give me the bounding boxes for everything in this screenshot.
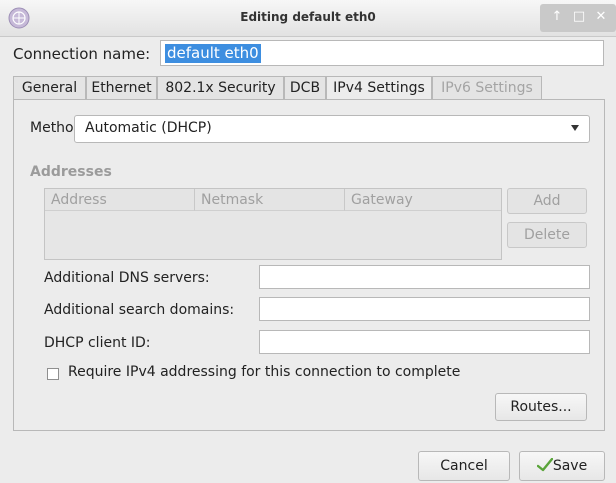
cancel-button[interactable]: Cancel	[418, 451, 510, 481]
close-icon[interactable]: ✕	[592, 8, 610, 26]
keep-above-icon[interactable]: ↑	[548, 8, 566, 26]
column-header-gateway[interactable]: Gateway	[345, 189, 501, 211]
maximize-icon[interactable]: □	[570, 8, 588, 26]
window-controls: ↑ □ ✕	[540, 4, 616, 32]
delete-button[interactable]: Delete	[507, 222, 587, 248]
addresses-heading: Addresses	[30, 164, 112, 180]
search-domains-input[interactable]	[259, 297, 590, 321]
tab-802-1x-security[interactable]: 802.1x Security	[157, 76, 284, 100]
method-dropdown[interactable]: Automatic (DHCP)	[74, 115, 590, 143]
require-ipv4-checkbox[interactable]	[47, 368, 59, 380]
connection-name-value: default eth0	[165, 44, 261, 63]
tab-general[interactable]: General	[13, 76, 86, 100]
dhcp-client-id-label: DHCP client ID:	[44, 335, 151, 351]
dhcp-client-id-input[interactable]	[259, 330, 590, 354]
require-ipv4-label[interactable]: Require IPv4 addressing for this connect…	[68, 364, 460, 380]
tab-ipv6-settings[interactable]: IPv6 Settings	[432, 76, 542, 100]
save-label: Save	[552, 458, 588, 474]
window-title: Editing default eth0	[240, 10, 376, 24]
title-bar: Editing default eth0 ↑ □ ✕	[0, 0, 616, 37]
connection-name-label: Connection name:	[13, 45, 151, 63]
method-value: Automatic (DHCP)	[85, 120, 212, 136]
dns-servers-input[interactable]	[259, 265, 590, 289]
tab-dcb[interactable]: DCB	[284, 76, 326, 100]
checkmark-icon	[536, 457, 554, 472]
column-header-address[interactable]: Address	[45, 189, 195, 211]
routes-button[interactable]: Routes...	[495, 393, 587, 421]
tab-ethernet[interactable]: Ethernet	[86, 76, 157, 100]
ipv4-settings-panel: Method: Automatic (DHCP) Addresses Addre…	[13, 99, 605, 431]
connection-name-input[interactable]: default eth0	[160, 40, 604, 66]
dns-servers-label: Additional DNS servers:	[44, 270, 210, 286]
addresses-table[interactable]: Address Netmask Gateway	[44, 188, 502, 260]
search-domains-label: Additional search domains:	[44, 302, 235, 318]
column-header-netmask[interactable]: Netmask	[195, 189, 345, 211]
add-button[interactable]: Add	[507, 188, 587, 214]
save-button[interactable]: Save	[519, 451, 605, 481]
chevron-down-icon	[571, 125, 579, 131]
